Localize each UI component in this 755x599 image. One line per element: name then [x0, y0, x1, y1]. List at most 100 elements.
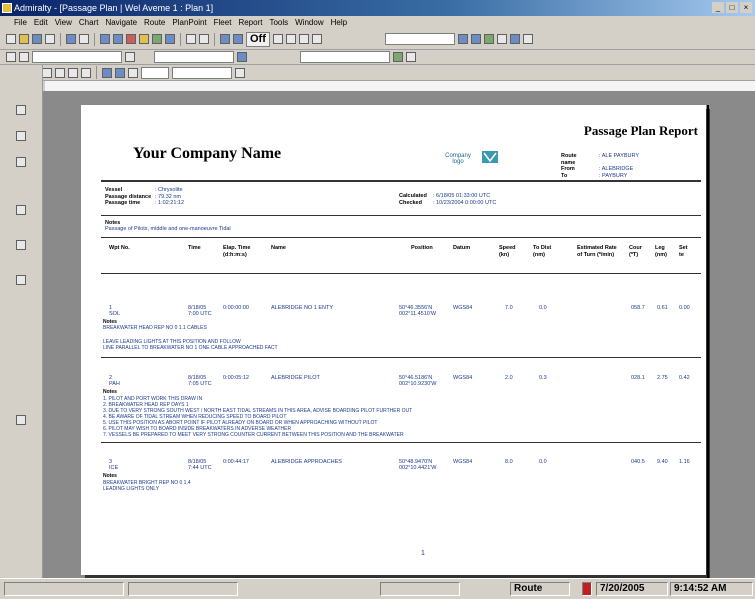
- alarm-indicator-icon: [582, 582, 592, 596]
- route-options-icon[interactable]: [125, 52, 135, 62]
- settings-icon[interactable]: [496, 34, 507, 44]
- wpt-elap: 0:00:00:00: [223, 305, 249, 311]
- draw-icon[interactable]: [139, 34, 149, 44]
- report-viewer: Passage Plan Report Your Company Name Co…: [43, 91, 755, 580]
- last-page-icon[interactable]: [81, 67, 91, 78]
- vessel-icon[interactable]: [220, 34, 230, 44]
- status-mode: Route: [510, 582, 570, 596]
- menu-tools[interactable]: Tools: [269, 16, 288, 29]
- tool-route-icon[interactable]: [16, 240, 26, 250]
- main-toolbar: Off: [0, 29, 755, 50]
- menu-report[interactable]: Report: [238, 16, 262, 29]
- page-edge-line: [707, 105, 709, 580]
- wpt-name: ALEBRIDGE PILOT: [271, 375, 320, 381]
- next-page-icon[interactable]: [68, 67, 78, 78]
- col-elap: Elap. Time (d:h:m:s): [223, 245, 251, 258]
- pan-icon[interactable]: [126, 34, 136, 44]
- maximize-icon[interactable]: □: [726, 2, 738, 13]
- menu-edit[interactable]: Edit: [34, 16, 48, 29]
- menu-planpoint[interactable]: PlanPoint: [172, 16, 206, 29]
- grid-icon[interactable]: [165, 34, 175, 44]
- chart-scale-combo[interactable]: [384, 33, 455, 45]
- wpt-leg: 0.61: [657, 305, 668, 311]
- wpt-speed: 2.0: [505, 375, 513, 381]
- route-combo[interactable]: [32, 51, 122, 63]
- menu-chart[interactable]: Chart: [79, 16, 99, 29]
- ruler-icon[interactable]: [199, 34, 209, 44]
- display-icon[interactable]: [509, 34, 520, 44]
- menu-fleet[interactable]: Fleet: [214, 16, 232, 29]
- prev-page-icon[interactable]: [55, 67, 65, 78]
- print-report-icon[interactable]: [102, 67, 112, 78]
- wpt-speed: 7.0: [505, 305, 513, 311]
- new-icon[interactable]: [6, 34, 16, 44]
- tool-select-icon[interactable]: [16, 105, 26, 115]
- tool-zoom-icon[interactable]: [16, 157, 26, 167]
- report-toolbar: [0, 65, 755, 81]
- close-icon[interactable]: ×: [740, 2, 752, 13]
- tide-icon[interactable]: [233, 34, 243, 44]
- wpt-sub: SOL: [109, 311, 121, 317]
- open-icon[interactable]: [19, 34, 29, 44]
- export-icon[interactable]: [115, 67, 125, 78]
- first-page-icon[interactable]: [42, 67, 52, 78]
- weather-icon[interactable]: [457, 34, 468, 44]
- wpt-pos2: 002°11.4510'W: [399, 311, 437, 317]
- wpt-cour: 028.1: [631, 375, 645, 381]
- track-icon[interactable]: [393, 52, 403, 62]
- nav2-icon[interactable]: [285, 34, 296, 44]
- track2-icon[interactable]: [406, 52, 416, 62]
- menu-navigate[interactable]: Navigate: [105, 16, 137, 29]
- print-icon[interactable]: [45, 34, 55, 44]
- tool-info-icon[interactable]: [16, 415, 26, 425]
- menu-file[interactable]: File: [14, 16, 27, 29]
- menu-help[interactable]: Help: [331, 16, 347, 29]
- minimize-icon[interactable]: _: [712, 2, 724, 13]
- col-position: Position: [411, 245, 433, 251]
- search-input[interactable]: [172, 66, 232, 79]
- back-icon[interactable]: [6, 52, 16, 62]
- menu-route[interactable]: Route: [144, 16, 165, 29]
- layer-icon[interactable]: [79, 34, 89, 44]
- nav4-icon[interactable]: [311, 34, 322, 44]
- calculated-value: : 6/18/05 01:33:00 UTC: [433, 193, 491, 199]
- forward-icon[interactable]: [19, 52, 29, 62]
- checked-key: Checked: [399, 199, 422, 206]
- layers-icon[interactable]: [470, 34, 481, 44]
- row-note: LEADING LIGHTS ONLY: [103, 486, 160, 492]
- measure-icon[interactable]: [186, 34, 196, 44]
- col-speed: Speed (kn): [499, 245, 516, 258]
- time-key: Passage time: [105, 200, 141, 206]
- waypoint-combo[interactable]: [154, 51, 234, 63]
- wpt-datum: WGS84: [453, 375, 473, 381]
- menu-view[interactable]: View: [55, 16, 72, 29]
- menu-window[interactable]: Window: [295, 16, 323, 29]
- distance-value: : 79.32 nm: [155, 193, 181, 200]
- separator: [180, 32, 181, 46]
- help-icon[interactable]: [522, 34, 533, 44]
- chart-icon[interactable]: [66, 34, 76, 44]
- nav-icon[interactable]: [272, 34, 283, 44]
- row-note: BREAKWATER HEAD REP NO 0 1.1 CABLES: [103, 325, 207, 331]
- nav3-icon[interactable]: [298, 34, 309, 44]
- zoom-in-icon[interactable]: [100, 34, 110, 44]
- zoom-report-icon[interactable]: [128, 67, 138, 78]
- divider: [101, 215, 701, 216]
- save-icon[interactable]: [32, 34, 42, 44]
- waypoint-icon[interactable]: [237, 52, 247, 62]
- zoom-out-icon[interactable]: [113, 34, 123, 44]
- off-toggle-button[interactable]: Off: [246, 31, 270, 47]
- track-combo[interactable]: [300, 51, 390, 63]
- zoom-combo[interactable]: [141, 66, 169, 79]
- map-icon[interactable]: [483, 34, 494, 44]
- report-title: Passage Plan Report: [583, 123, 698, 138]
- find-icon[interactable]: [235, 67, 245, 78]
- tool-waypoint-icon[interactable]: [16, 275, 26, 285]
- tool-measure-icon[interactable]: [16, 205, 26, 215]
- route-icon[interactable]: [152, 34, 162, 44]
- wpt-pos2: 002°10.9230'W: [399, 381, 437, 387]
- status-date: 7/20/2005: [596, 582, 668, 596]
- wpt-set: 0.00: [679, 305, 690, 311]
- tool-pan-icon[interactable]: [16, 131, 26, 141]
- wpt-datum: WGS84: [453, 305, 473, 311]
